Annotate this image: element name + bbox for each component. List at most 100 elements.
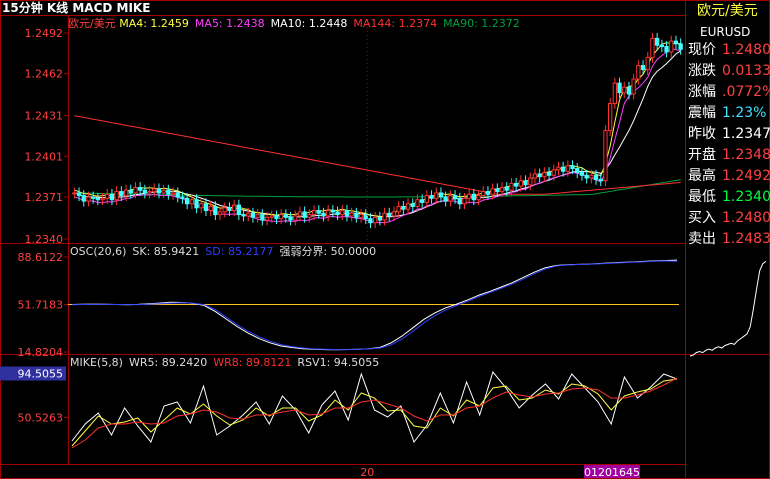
candle-body [335,211,340,216]
candle-body [302,211,307,218]
mike-wr8-line [71,377,678,449]
candle-body [199,203,204,209]
candle-body [551,169,556,176]
candle-body [274,215,279,220]
quote-row: 涨跌 0.0133 [688,61,770,82]
legend-item: SD: 85.2177 [205,245,274,258]
quote-value: 1.2483 [722,231,770,247]
candle-body [593,174,599,180]
legend-item: MA4: 1.2459 [119,17,189,30]
candle-body [556,166,561,171]
candle-body [232,204,237,212]
candle-body [391,211,397,217]
candle-body [208,205,213,212]
candle-body [81,195,86,202]
candle-body [565,165,570,172]
candle-body [467,193,472,199]
candle-body [349,212,354,217]
candle-body [377,216,382,221]
quote-row: 昨收 1.2347 [688,124,770,145]
candle-body [161,189,166,194]
candle-body [612,82,617,104]
candle-body [636,65,641,80]
quote-value: 1.2348 [722,147,770,163]
candle-body [664,46,669,53]
quote-label: 开盘 [688,147,716,163]
candle-body [227,207,232,212]
quote-label: 涨跌 [688,63,716,79]
candle-body [523,180,528,186]
candle-body [457,197,462,205]
candle-body [152,188,157,193]
candle-body [297,211,303,217]
quote-value: 1.2480 [722,42,770,58]
quote-value: 1.2347 [722,126,770,142]
candle-body [236,204,241,216]
candle-body [142,189,147,194]
candle-body [518,180,523,187]
candle-body [288,216,293,221]
candle-body [448,195,453,202]
legend-symbol: 欧元/美元 [68,17,120,30]
legend-item: MA90: 1.2372 [443,17,520,30]
candle-body [678,43,683,50]
candle-body [100,197,105,201]
candle-body [76,192,82,197]
chart-stage: 1.2492 1.2462 1.2431 1.2401 1.2371 1.2340 88.6… [0,0,770,479]
candle-body [213,205,218,216]
candle-body [264,216,270,221]
candle-body [217,211,223,216]
candle-body [598,178,603,182]
quote-label: 买入 [688,210,716,226]
price-tick-label: 1.2371 [25,191,64,204]
candle-body [311,210,317,216]
quote-label: 涨幅 [688,84,716,100]
candle-body [133,187,138,194]
candle-body [537,173,542,178]
candle-body [373,216,378,224]
candle-body [396,205,401,213]
candle-body [655,37,660,46]
candle-body [354,212,359,218]
candle-body [495,188,500,193]
candle-body [246,212,251,217]
candle-body [180,196,185,199]
candle-body [330,210,335,213]
candle-body [429,195,434,199]
price-tick-label: 1.2340 [25,233,64,246]
osc-legend: OSC(20,6) SK: 85.9421 SD: 85.2177 强弱分界: 50.… [70,245,382,258]
candle-body [490,188,495,195]
candle-body [528,177,533,186]
ma144-line [74,115,681,195]
candle-body [626,86,632,95]
candle-body [650,37,655,58]
price-tick-label: 1.2492 [25,27,64,40]
osc-tick-label: 14.8204 [18,346,64,359]
candle-body [532,173,538,179]
legend-item: MA10: 1.2448 [270,17,348,30]
candle-body [340,210,345,216]
candle-body [293,215,298,221]
candle-body [382,212,387,221]
candle-body [222,207,227,213]
instrument-name: 欧元/美元 [697,3,758,19]
candle-body [128,189,133,194]
candle-body [72,192,77,195]
candle-body [631,78,636,95]
candle-body [514,182,519,187]
candle-body [438,192,444,198]
quote-label: 最高 [688,168,716,184]
candle-body [471,193,476,201]
candle-body [452,195,458,199]
candle-body [401,205,406,210]
quote-row: 现价 1.2480 [688,40,770,61]
chart-svg: 1.2492 1.2462 1.2431 1.2401 1.2371 1.2340 88.6… [0,0,770,479]
quote-label: 现价 [688,42,716,58]
mike-legend: MIKE(5,8) WR5: 89.2420 WR8: 89.8121 RSV1: 9… [70,356,385,369]
candle-body [485,191,491,195]
candle-body [175,192,180,198]
legend-item: RSV1: 94.5055 [297,356,380,369]
candle-body [387,212,392,217]
candle-body [123,189,129,197]
candle-body [326,210,331,217]
